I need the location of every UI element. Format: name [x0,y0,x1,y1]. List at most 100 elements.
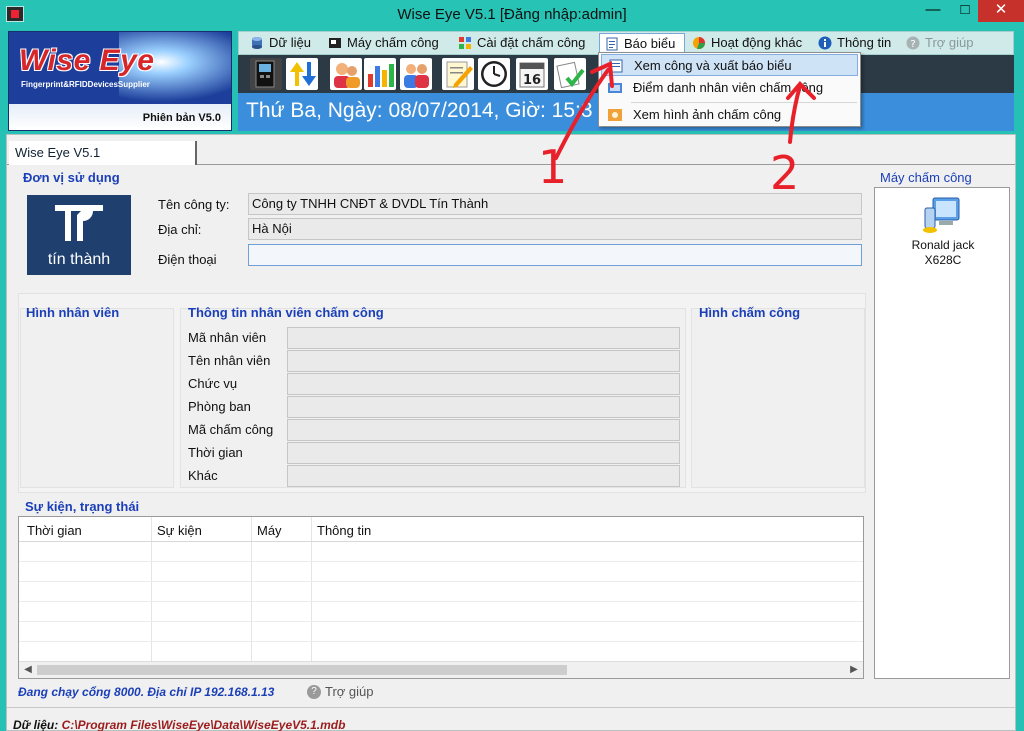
computer-device-icon [923,197,960,233]
help-icon: ? [906,36,920,50]
users-icon [404,64,429,88]
device-item[interactable]: Ronald jack X628C [899,192,989,268]
help-icon: ? [307,685,321,699]
menu-devices[interactable]: Máy chấm công [323,33,449,53]
close-button[interactable]: ✕ [978,0,1024,22]
fingerprint-device-tool[interactable] [250,58,282,90]
svg-text:?: ? [910,39,915,50]
employee-photo-title: Hình nhân viên [26,305,120,320]
menu-reports[interactable]: Báo biểu [599,33,685,53]
brand-logo: Wise Eye Fingerprint&RFIDDevicesSupplier… [8,31,232,131]
company-phone-label: Điện thoại [158,252,217,267]
tab-strip: Wise Eye V5.1 [7,141,1015,165]
database-label: Dữ liệu: [13,718,59,731]
horizontal-scrollbar[interactable]: ◀ ▶ [19,661,863,678]
annotation-number-1: 1 [538,140,568,194]
menu-other-activities-label: Hoạt động khác [711,35,803,50]
window-title: Wise Eye V5.1 [Đăng nhập:admin] [397,6,627,23]
menu-other-activities[interactable]: Hoạt động khác [687,33,807,53]
table-row [19,561,863,562]
table-row [19,581,863,582]
status-separator [7,707,1015,708]
company-address-label: Địa chỉ: [158,222,202,237]
report-icon [606,37,618,51]
logo-text: Wise Eye [19,44,155,77]
annotation-number-2: 2 [770,146,800,200]
menu-data[interactable]: Dữ liệu [245,33,321,53]
dropdown-separator [631,102,857,103]
report-menu-item-roll-call[interactable]: Điểm danh nhân viên chấm công [601,77,858,99]
menu-info[interactable]: Thông tin [813,33,895,53]
column-header-info[interactable]: Thông tin [317,523,371,538]
employee-photo-box [20,308,174,488]
maximize-button[interactable]: □ [950,0,980,22]
column-header-time[interactable]: Thời gian [27,523,82,538]
other-field[interactable] [287,465,680,487]
devices-panel: Ronald jack X628C [874,187,1010,679]
minimize-button[interactable]: — [918,0,948,22]
employee-id-field[interactable] [287,327,680,349]
version-label: Phiên bản V5.0 [142,112,221,124]
approve-tool[interactable] [554,58,586,90]
database-path-value: C:\Program Files\WiseEye\Data\WiseEyeV5.… [61,718,346,731]
up-down-arrows-icon [290,62,316,86]
scrollbar-thumb[interactable] [37,665,567,675]
scroll-right-icon[interactable]: ▶ [847,663,861,677]
title-bar: Wise Eye V5.1 [Đăng nhập:admin] — □ ✕ [0,0,1024,30]
report-menu-item-view-export-label: Xem công và xuất báo biểu [634,58,792,73]
photo-icon [608,109,622,121]
menu-attendance-settings-label: Cài đặt chấm công [477,35,586,50]
devices-title: Máy chấm công [880,170,972,185]
events-section-title: Sự kiện, trạng thái [25,499,140,514]
status-help-label: Trợ giúp [325,684,374,699]
employee-position-field[interactable] [287,373,680,395]
column-header-device[interactable]: Máy [257,523,282,538]
calendar-tool[interactable]: 16 [516,58,548,90]
menu-attendance-settings[interactable]: Cài đặt chấm công [453,33,599,53]
attendance-time-field[interactable] [287,442,680,464]
menu-help[interactable]: ? Trợ giúp [901,33,981,53]
scroll-left-icon[interactable]: ◀ [21,663,35,677]
table-row [19,621,863,622]
clock-tool[interactable] [478,58,510,90]
reports-dropdown-menu: Xem công và xuất báo biểu Điểm danh nhân… [598,52,861,127]
menu-reports-label: Báo biểu [624,36,676,51]
company-phone-field[interactable] [248,244,862,266]
roll-call-icon [608,83,622,93]
company-address-field[interactable]: Hà Nội [248,218,862,240]
employees-tool[interactable] [330,58,362,90]
attendance-code-label: Mã chấm công [188,422,274,437]
company-name-label: Tên công ty: [158,197,230,212]
table-row [19,601,863,602]
employee-id-label: Mã nhân viên [188,330,267,345]
report-menu-item-photos[interactable]: Xem hình ảnh chấm công [601,104,858,126]
employee-name-label: Tên nhân viên [188,353,271,368]
events-table: Thời gian Sự kiện Máy Thông tin ◀ ▶ [18,516,864,679]
edit-tool[interactable] [442,58,474,90]
report-menu-item-view-export[interactable]: Xem công và xuất báo biểu [601,54,858,76]
tab-wise-eye[interactable]: Wise Eye V5.1 [9,141,197,165]
pencil-note-icon [446,61,473,88]
table-row [19,541,863,542]
database-icon [252,37,262,49]
pie-chart-icon [693,37,706,50]
users-tool[interactable] [400,58,432,90]
employee-department-label: Phòng ban [188,399,251,414]
employees-icon [334,63,360,88]
device-name-line2: X628C [924,253,962,267]
status-help-button[interactable]: ? Trợ giúp [307,684,374,699]
other-label: Khác [188,468,218,483]
statistics-tool[interactable] [364,58,396,90]
attendance-code-field[interactable] [287,419,680,441]
company-logo-name: tín thành [47,251,111,268]
export-report-icon [609,59,623,73]
sync-arrows-tool[interactable] [286,58,318,90]
menu-devices-label: Máy chấm công [347,35,439,50]
employee-name-field[interactable] [287,350,680,372]
document-check-icon [556,61,585,89]
menu-info-label: Thông tin [837,35,892,50]
checkin-photo-title: Hình chấm công [699,305,801,320]
logo-tagline: Fingerprint&RFIDDevicesSupplier [21,80,150,89]
employee-department-field[interactable] [287,396,680,418]
column-header-event[interactable]: Sự kiện [157,523,202,538]
